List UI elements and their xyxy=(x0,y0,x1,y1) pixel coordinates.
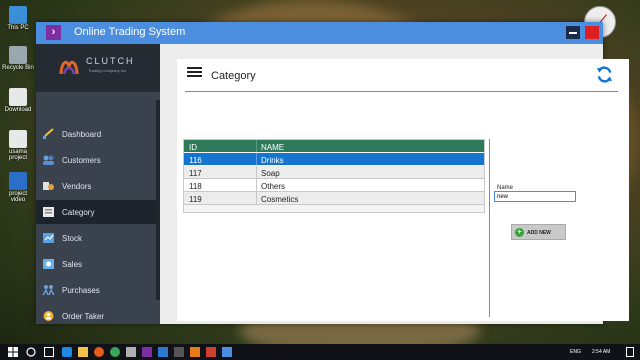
cell-name: Drinks xyxy=(261,156,284,165)
notification-icon[interactable] xyxy=(626,347,634,357)
customers-icon xyxy=(43,155,54,165)
refresh-icon[interactable] xyxy=(595,65,614,84)
header-divider xyxy=(185,91,618,92)
sidebar-item-stock[interactable]: Stock xyxy=(36,226,156,250)
category-grid: ID NAME 116 Drinks 117 Soap 118 Others 1… xyxy=(183,139,485,213)
grid-header: ID NAME xyxy=(184,140,484,152)
app-logo-icon: › xyxy=(46,25,61,40)
clutch-logo-icon xyxy=(59,60,79,75)
cell-name: Cosmetics xyxy=(261,195,299,204)
sidebar-item-category[interactable]: Category xyxy=(36,200,156,224)
file-explorer-icon[interactable] xyxy=(78,347,88,357)
sidebar: CLUTCH Trading Company Inc. Dashboard Cu… xyxy=(36,44,160,324)
taskbar: ENG 2:54 AM xyxy=(0,344,640,360)
clock-time[interactable]: 2:54 AM xyxy=(592,349,610,355)
sidebar-item-purchases[interactable]: Purchases xyxy=(36,278,156,302)
file-icon xyxy=(9,88,27,106)
app-icon[interactable] xyxy=(206,347,216,357)
app-icon[interactable] xyxy=(158,347,168,357)
table-row[interactable]: 116 Drinks xyxy=(184,153,484,165)
start-windows-icon[interactable] xyxy=(8,347,18,357)
firefox-icon[interactable] xyxy=(94,347,104,357)
purchases-icon xyxy=(42,285,55,296)
visual-studio-icon[interactable] xyxy=(142,347,152,357)
cell-id: 118 xyxy=(189,182,202,191)
sidebar-item-sales[interactable]: Sales xyxy=(36,252,156,276)
order-taker-icon xyxy=(43,311,54,321)
sidebar-item-customers[interactable]: Customers xyxy=(36,148,156,172)
desktop-icon-usama-project[interactable]: usama project xyxy=(2,130,34,161)
window-title: Online Trading System xyxy=(74,26,186,38)
logo-name: CLUTCH xyxy=(86,56,135,66)
column-header-id[interactable]: ID xyxy=(189,143,197,152)
file-icon xyxy=(9,130,27,148)
desktop-icon-recycle-bin[interactable]: Recycle Bin xyxy=(2,46,34,71)
close-button[interactable] xyxy=(585,26,599,39)
language-indicator[interactable]: ENG xyxy=(570,349,581,355)
cell-name: Soap xyxy=(261,169,280,178)
main-content: Category ID NAME 116 Drinks 117 Soap 118… xyxy=(177,59,629,321)
desktop-icon-download[interactable]: Download xyxy=(2,88,34,113)
sidebar-item-vendors[interactable]: Vendors xyxy=(36,174,156,198)
chrome-icon[interactable] xyxy=(110,347,120,357)
page-title: Category xyxy=(211,70,256,82)
app-icon[interactable] xyxy=(126,347,136,357)
sidebar-scrollbar[interactable] xyxy=(156,100,160,300)
panel-divider xyxy=(489,139,490,317)
cell-id: 116 xyxy=(189,156,202,165)
name-input[interactable] xyxy=(494,191,576,202)
table-row[interactable]: 119 Cosmetics xyxy=(184,192,484,205)
search-icon[interactable] xyxy=(26,347,36,357)
this-pc-icon xyxy=(9,6,27,24)
cell-name: Others xyxy=(261,182,286,191)
sales-icon xyxy=(43,259,54,269)
vendors-icon xyxy=(43,182,54,190)
list-menu-icon[interactable] xyxy=(187,67,202,79)
online-trading-system-taskbar-icon[interactable] xyxy=(222,347,232,357)
dashboard-icon xyxy=(43,128,54,139)
app-window: › Online Trading System CLUTCH Trading C… xyxy=(36,22,629,324)
table-row[interactable]: 118 Others xyxy=(184,179,484,192)
table-row[interactable]: 117 Soap xyxy=(184,166,484,179)
stock-icon xyxy=(43,233,54,243)
title-bar[interactable]: › Online Trading System xyxy=(36,22,603,44)
sidebar-item-dashboard[interactable]: Dashboard xyxy=(36,122,156,146)
sidebar-item-order-taker[interactable]: Order Taker xyxy=(36,304,156,328)
logo-tagline: Trading Company Inc. xyxy=(88,68,128,73)
app-icon[interactable] xyxy=(174,347,184,357)
logo-area: CLUTCH Trading Company Inc. xyxy=(36,44,160,92)
cell-id: 119 xyxy=(189,195,202,204)
vlc-icon[interactable] xyxy=(190,347,200,357)
category-icon xyxy=(43,207,54,217)
cell-id: 117 xyxy=(189,169,202,178)
desktop-icon-project-video[interactable]: project video xyxy=(2,172,34,203)
recycle-bin-icon xyxy=(9,46,27,64)
add-icon: + xyxy=(515,228,524,237)
video-file-icon xyxy=(9,172,27,190)
add-new-button[interactable]: + ADD NEW xyxy=(511,224,566,240)
edge-browser-icon[interactable] xyxy=(62,347,72,357)
minimize-button[interactable] xyxy=(566,26,580,39)
column-header-name[interactable]: NAME xyxy=(261,143,284,152)
desktop-icon-this-pc[interactable]: This PC xyxy=(2,6,34,31)
task-view-icon[interactable] xyxy=(44,347,54,357)
